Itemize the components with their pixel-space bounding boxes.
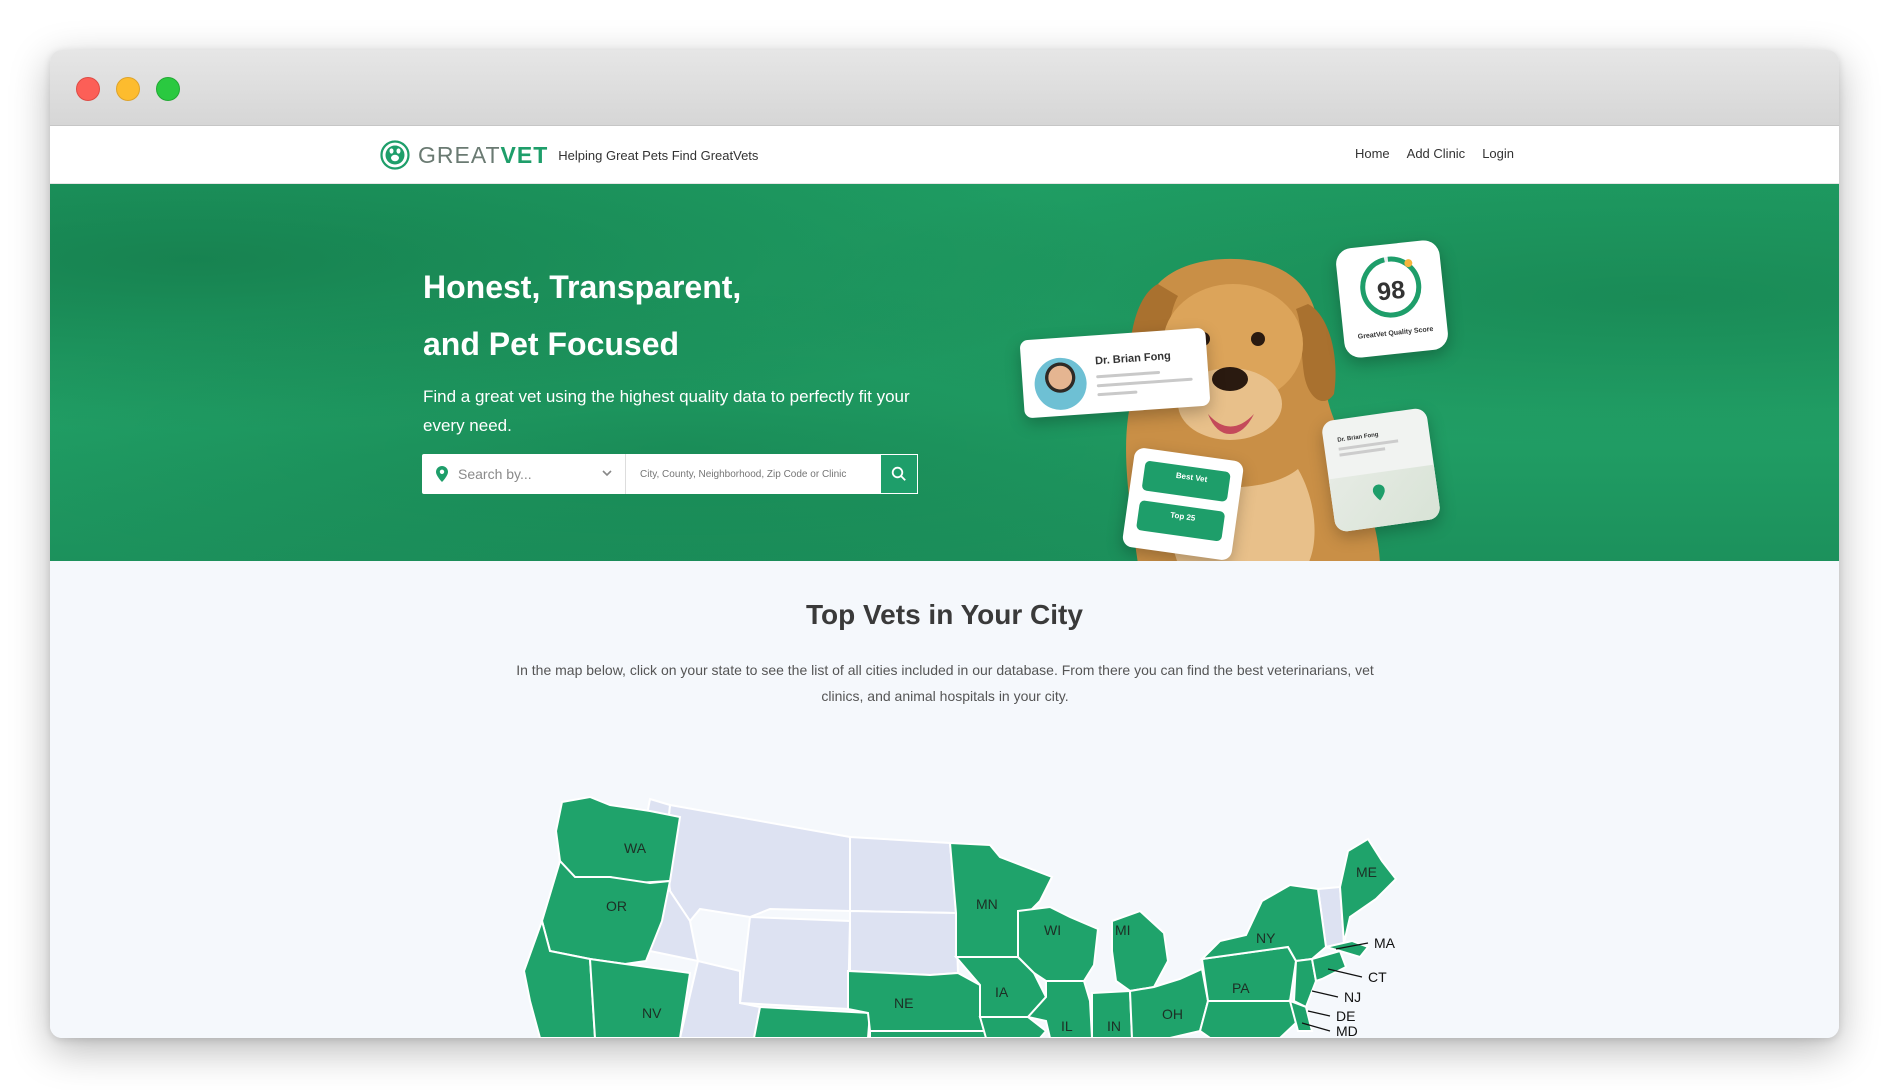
state-wi[interactable] — [1017, 905, 1100, 982]
chevron-down-icon — [602, 470, 612, 477]
doctor-profile-card: Dr. Brian Fong — [1019, 327, 1211, 419]
nav-login-link[interactable]: Login — [1482, 146, 1514, 161]
state-label-ny: NY — [1256, 930, 1276, 946]
state-label-or: OR — [606, 898, 627, 914]
best-vet-badge: Best Vet — [1141, 460, 1231, 503]
state-south-dakota[interactable] — [849, 909, 960, 977]
state-wv-va[interactable] — [1198, 1000, 1300, 1038]
clinic-map-card: Dr. Brian Fong — [1320, 407, 1442, 533]
state-wyoming[interactable] — [738, 915, 852, 1011]
state-label-de: DE — [1336, 1008, 1355, 1024]
browser-window: GREATVET Helping Great Pets Find GreatVe… — [50, 50, 1839, 1038]
tagline: Helping Great Pets Find GreatVets — [558, 147, 759, 163]
state-label-ia: IA — [995, 984, 1009, 1000]
state-ks[interactable] — [869, 1030, 987, 1038]
state-ne[interactable] — [847, 969, 988, 1037]
state-nv[interactable] — [588, 957, 692, 1038]
quality-score-card: 98 GreatVet Quality Score — [1334, 238, 1450, 360]
top-25-badge: Top 25 — [1135, 499, 1226, 542]
state-label-ne: NE — [894, 995, 913, 1011]
doctor-name: Dr. Brian Fong — [1094, 350, 1172, 368]
state-mo[interactable] — [978, 1016, 1048, 1038]
window-titlebar — [50, 50, 1839, 126]
state-label-nv: NV — [642, 1005, 662, 1021]
logo-wordmark: GREATVET — [418, 141, 549, 168]
brand[interactable]: GREATVET Helping Great Pets Find GreatVe… — [380, 140, 758, 170]
site-header: GREATVET Helping Great Pets Find GreatVe… — [50, 126, 1839, 184]
state-label-mn: MN — [976, 896, 998, 912]
state-ny[interactable] — [1199, 883, 1328, 963]
quality-score-label: GreatVet Quality Score — [1357, 325, 1434, 341]
state-montana[interactable] — [663, 803, 851, 923]
award-badges-card: Best Vet Top 25 — [1121, 446, 1245, 561]
state-label-me: ME — [1356, 864, 1377, 880]
hero-title: Honest, Transparent, and Pet Focused — [423, 269, 742, 362]
search-type-value: Search by... — [458, 466, 532, 482]
state-label-ma: MA — [1374, 935, 1396, 951]
search-bar: Search by... — [422, 454, 918, 494]
state-label-mi: MI — [1115, 922, 1131, 938]
state-label-wa: WA — [624, 840, 647, 856]
state-co[interactable] — [752, 1005, 872, 1038]
state-label-pa: PA — [1232, 980, 1250, 996]
hero-subtitle: Find a great vet using the highest quali… — [423, 387, 910, 435]
search-icon — [891, 466, 906, 481]
hero-banner: Honest, Transparent, and Pet Focused Fin… — [50, 184, 1839, 561]
state-label-il: IL — [1061, 1018, 1073, 1034]
close-window-button[interactable] — [76, 77, 100, 101]
nav-add-clinic-link[interactable]: Add Clinic — [1407, 146, 1466, 161]
state-label-nj: NJ — [1344, 989, 1361, 1005]
top-vets-section: Top Vets in Your City In the map below, … — [50, 561, 1839, 1038]
nav-home-link[interactable]: Home — [1355, 146, 1390, 161]
state-north-dakota[interactable] — [849, 835, 958, 915]
us-states-map: WA OR NV NE MN WI MI IA IL IN OH PA NY M… — [522, 795, 1398, 1038]
state-label-in: IN — [1107, 1018, 1121, 1034]
search-type-dropdown[interactable]: Search by... — [422, 454, 626, 494]
state-label-ct: CT — [1368, 969, 1387, 985]
state-me[interactable] — [1338, 837, 1398, 944]
dog-paw-logo-icon — [380, 140, 410, 170]
state-label-wi: WI — [1044, 922, 1061, 938]
minimize-window-button[interactable] — [116, 77, 140, 101]
map-pin-icon — [1372, 484, 1385, 501]
main-nav: Home Add Clinic Login — [1355, 146, 1514, 161]
zoom-window-button[interactable] — [156, 77, 180, 101]
doctor-avatar — [1032, 356, 1089, 412]
state-label-md: MD — [1336, 1023, 1358, 1038]
search-button[interactable] — [880, 454, 918, 494]
location-search-input[interactable] — [626, 454, 880, 494]
location-pin-icon — [436, 466, 448, 482]
state-label-oh: OH — [1162, 1006, 1183, 1022]
